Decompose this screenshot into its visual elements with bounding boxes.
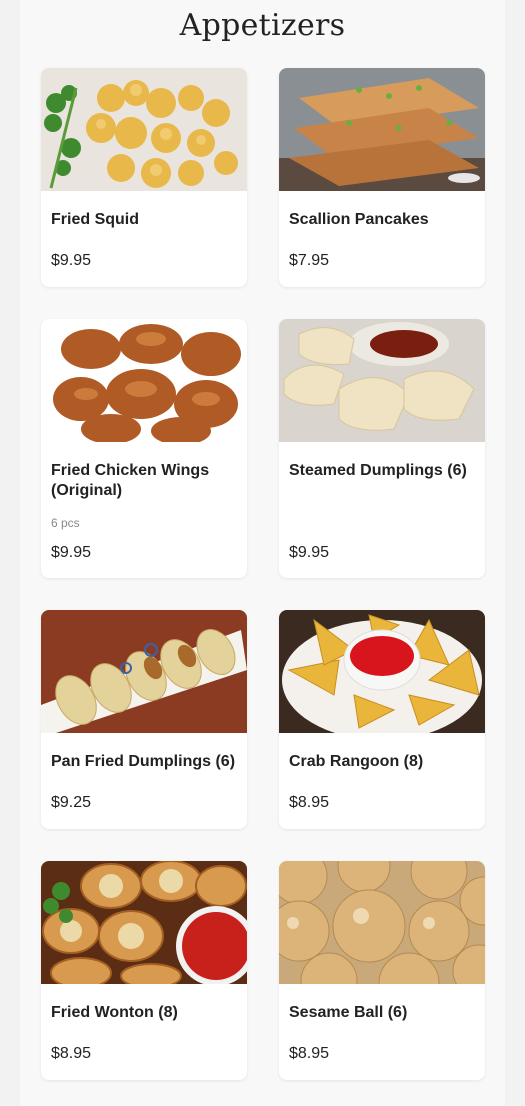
- item-price: $8.95: [289, 794, 330, 811]
- item-name: Crab Rangoon (8): [289, 753, 424, 770]
- item-price: $7.95: [289, 252, 330, 269]
- menu-item-crab-rangoon[interactable]: Crab Rangoon (8) $8.95: [279, 610, 485, 829]
- item-price: $9.25: [51, 794, 92, 811]
- section-title: Appetizers: [179, 8, 346, 43]
- scallion-pancakes-image: [279, 68, 485, 191]
- item-price: $8.95: [51, 1045, 92, 1062]
- item-name: Fried Wonton (8): [51, 1004, 178, 1021]
- menu-item-fried-chicken-wings[interactable]: Fried Chicken Wings (Original) 6 pcs $9.…: [41, 319, 247, 578]
- menu-item-steamed-dumplings[interactable]: Steamed Dumplings (6) $9.95: [279, 319, 485, 578]
- item-name: Steamed Dumplings (6): [289, 462, 467, 479]
- item-description: 6 pcs: [51, 516, 80, 530]
- menu-item-fried-squid[interactable]: Fried Squid $9.95: [41, 68, 247, 287]
- item-name: Sesame Ball (6): [289, 1004, 408, 1021]
- fried-squid-image: [41, 68, 247, 191]
- sesame-ball-image: [279, 861, 485, 984]
- menu-item-scallion-pancakes[interactable]: Scallion Pancakes $7.95: [279, 68, 485, 287]
- item-name: Pan Fried Dumplings (6): [51, 753, 236, 770]
- item-name: Scallion Pancakes: [289, 211, 429, 228]
- menu-item-fried-wonton[interactable]: Fried Wonton (8) $8.95: [41, 861, 247, 1080]
- item-price: $9.95: [289, 544, 330, 561]
- menu-item-sesame-ball[interactable]: Sesame Ball (6) $8.95: [279, 861, 485, 1080]
- item-name: Fried Squid: [51, 211, 139, 228]
- crab-rangoon-image: [279, 610, 485, 733]
- fried-chicken-wings-image: [41, 319, 247, 442]
- menu-item-pan-fried-dumplings[interactable]: Pan Fried Dumplings (6) $9.25: [41, 610, 247, 829]
- steamed-dumplings-image: [279, 319, 485, 442]
- item-name: Fried Chicken Wings (Original): [51, 462, 210, 499]
- item-price: $9.95: [51, 544, 92, 561]
- fried-wonton-image: [41, 861, 247, 984]
- item-price: $9.95: [51, 252, 92, 269]
- pan-fried-dumplings-image: [41, 610, 247, 733]
- item-price: $8.95: [289, 1045, 330, 1062]
